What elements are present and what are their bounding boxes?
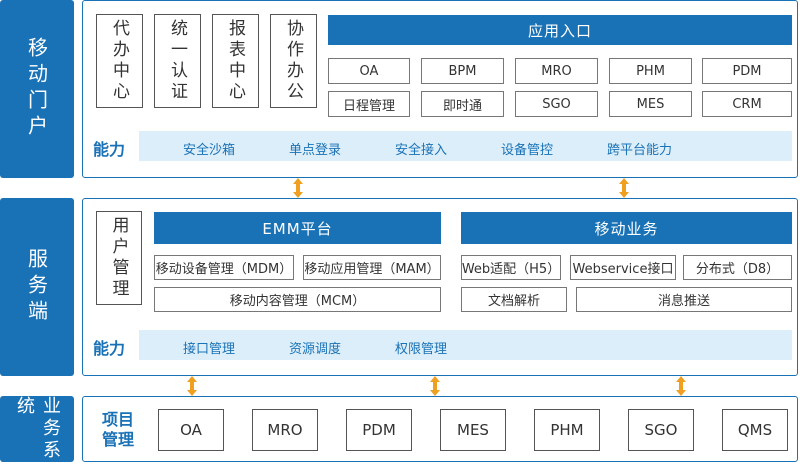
app-entry-cell[interactable]: MES	[609, 91, 692, 117]
report-center-box: 报表中心	[212, 14, 259, 108]
todo-center-box: 代办中心	[96, 14, 143, 108]
tier-label-server: 服务端	[0, 198, 74, 376]
double-arrow-icon	[293, 178, 303, 198]
double-arrow-icon	[430, 376, 440, 396]
app-entry-cell[interactable]: CRM	[702, 91, 792, 117]
capability-item: 设备管控	[501, 143, 554, 158]
business-system-box[interactable]: MRO	[252, 409, 318, 451]
business-system-box[interactable]: MES	[440, 409, 506, 451]
emm-platform-title: EMM平台	[154, 212, 441, 244]
app-entry-cell[interactable]: MRO	[515, 58, 598, 84]
user-management-box: 用户管理	[96, 211, 142, 305]
server-capability-strip	[139, 330, 792, 360]
project-management-title: 项目管理	[101, 410, 134, 449]
app-entry-cell[interactable]: BPM	[421, 58, 504, 84]
app-entry-cell[interactable]: OA	[328, 58, 410, 84]
capability-item: 资源调度	[289, 342, 342, 357]
server-panel: 用户管理 EMM平台 移动设备管理（MDM） 移动应用管理（MAM） 移动内容管…	[82, 198, 798, 376]
capability-item: 安全沙箱	[183, 143, 236, 158]
app-entry-cell[interactable]: PHM	[609, 58, 692, 84]
tier-label-mobile-portal: 移动门户	[0, 0, 74, 178]
mobile-business-title: 移动业务	[461, 212, 792, 244]
app-entry-cell[interactable]: SGO	[515, 91, 598, 117]
emm-cell[interactable]: 移动设备管理（MDM）	[154, 255, 294, 280]
app-entry-cell[interactable]: PDM	[702, 58, 792, 84]
portal-capability-strip	[139, 131, 792, 161]
collab-office-box: 协作办公	[270, 14, 317, 108]
capability-item: 接口管理	[183, 342, 236, 357]
double-arrow-icon	[676, 376, 686, 396]
business-system-box[interactable]: OA	[158, 409, 224, 451]
mobile-business-cell[interactable]: 分布式（D8）	[683, 255, 792, 280]
emm-cell[interactable]: 移动内容管理（MCM）	[154, 287, 441, 312]
mobile-business-cell[interactable]: 消息推送	[576, 287, 792, 312]
emm-cell[interactable]: 移动应用管理（MAM）	[303, 255, 441, 280]
business-system-box[interactable]: QMS	[722, 409, 788, 451]
app-entry-title: 应用入口	[328, 15, 792, 45]
mobile-business-cell[interactable]: 文档解析	[461, 287, 567, 312]
app-entry-cell[interactable]: 日程管理	[328, 91, 410, 117]
capability-item: 权限管理	[395, 342, 448, 357]
server-capability-title: 能力	[93, 339, 126, 358]
capability-item: 安全接入	[395, 143, 448, 158]
mobile-business-cell[interactable]: Webservice接口	[570, 255, 676, 280]
mobile-portal-panel: 代办中心 统一认证 报表中心 协作办公 应用入口 OA BPM MRO PHM …	[82, 0, 798, 178]
double-arrow-icon	[619, 178, 629, 198]
business-system-box[interactable]: PDM	[346, 409, 412, 451]
app-entry-cell[interactable]: 即时通	[421, 91, 504, 117]
portal-capability-title: 能力	[93, 140, 126, 159]
business-system-box[interactable]: PHM	[534, 409, 600, 451]
capability-item: 跨平台能力	[607, 143, 673, 158]
capability-item: 单点登录	[289, 143, 342, 158]
double-arrow-icon	[187, 376, 197, 396]
tier-label-business: 业务系统	[0, 396, 74, 462]
unified-auth-box: 统一认证	[154, 14, 201, 108]
mobile-business-cell[interactable]: Web适配（H5）	[461, 255, 561, 280]
business-system-box[interactable]: SGO	[628, 409, 694, 451]
